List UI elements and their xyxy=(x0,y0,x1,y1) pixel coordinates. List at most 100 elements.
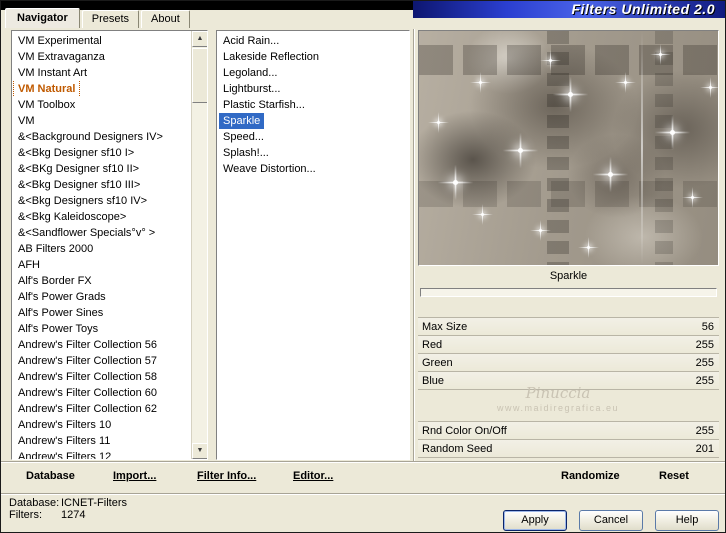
watermark-url: www.maidiregrafica.eu xyxy=(496,403,620,413)
category-item[interactable]: &<Sandflower Specials°v° > xyxy=(12,225,191,241)
parameter-row[interactable]: Max Size 56 xyxy=(418,318,719,336)
category-item[interactable]: Andrew's Filters 10 xyxy=(12,417,191,433)
reset-button[interactable]: Reset xyxy=(659,470,689,482)
filter-item-label: Sparkle xyxy=(219,113,265,129)
filter-item[interactable]: Acid Rain... xyxy=(217,33,409,49)
parameter-value: 255 xyxy=(695,425,714,437)
category-item[interactable]: Andrew's Filters 11 xyxy=(12,433,191,449)
category-item[interactable]: VM Toolbox xyxy=(12,97,191,113)
help-button[interactable]: Help xyxy=(655,510,719,531)
parameter-row[interactable]: Random Seed 201 xyxy=(418,440,719,458)
category-item[interactable]: AB Filters 2000 xyxy=(12,241,191,257)
category-item[interactable]: Alf's Power Grads xyxy=(12,289,191,305)
filter-item-label: Legoland... xyxy=(223,67,278,79)
preview-image xyxy=(419,31,718,265)
parameter-value: 201 xyxy=(695,443,714,455)
database-button[interactable]: Database xyxy=(26,470,75,482)
parameter-row[interactable]: Blue 255 xyxy=(418,372,719,390)
category-item[interactable]: Andrew's Filter Collection 56 xyxy=(12,337,191,353)
category-item[interactable]: Andrew's Filter Collection 62 xyxy=(12,401,191,417)
filter-item[interactable]: Sparkle xyxy=(217,113,409,129)
sparkle-icon xyxy=(615,72,636,93)
filter-listbox: Acid Rain... Lakeside Reflection Legoland.… xyxy=(216,30,410,460)
category-item[interactable]: &<Bkg Kaleidoscope> xyxy=(12,209,191,225)
category-item[interactable]: &<Bkg Designers sf10 IV> xyxy=(12,193,191,209)
parameter-row[interactable]: Rnd Color On/Off 255 xyxy=(418,422,719,440)
category-item[interactable]: Andrew's Filter Collection 58 xyxy=(12,369,191,385)
category-item[interactable]: Alf's Power Toys xyxy=(12,321,191,337)
sparkle-icon xyxy=(552,76,589,113)
parameter-value: 255 xyxy=(695,375,714,387)
parameter-value: 56 xyxy=(701,321,714,333)
preview-frame xyxy=(418,30,719,266)
filter-item[interactable]: Plastic Starfish... xyxy=(217,97,409,113)
category-item-label: Andrew's Filter Collection 56 xyxy=(18,339,158,351)
parameter-label: Rnd Color On/Off xyxy=(422,425,507,437)
category-item[interactable]: Andrew's Filter Collection 57 xyxy=(12,353,191,369)
filter-item[interactable]: Lightburst... xyxy=(217,81,409,97)
filter-item-label: Acid Rain... xyxy=(223,35,280,47)
parameter-value: 255 xyxy=(695,357,714,369)
category-item[interactable]: AFH xyxy=(12,257,191,273)
category-item[interactable]: &<Bkg Designer sf10 III> xyxy=(12,177,191,193)
filter-item[interactable]: Splash!... xyxy=(217,145,409,161)
sparkle-icon xyxy=(592,156,629,193)
cancel-button[interactable]: Cancel xyxy=(579,510,643,531)
category-item-label: Andrew's Filter Collection 57 xyxy=(18,355,158,367)
apply-button[interactable]: Apply xyxy=(503,510,567,531)
filter-info-button[interactable]: Filter Info... xyxy=(197,470,256,482)
sparkle-icon xyxy=(682,187,703,208)
category-item-label: VM Natural xyxy=(12,81,81,97)
category-scrollbar[interactable]: ▲ ▼ xyxy=(191,31,207,459)
category-item-label: Andrew's Filters 12 xyxy=(18,451,112,460)
scrollbar-thumb[interactable] xyxy=(192,48,207,103)
filter-list: Acid Rain... Lakeside Reflection Legoland.… xyxy=(217,33,409,177)
filter-item[interactable]: Weave Distortion... xyxy=(217,161,409,177)
tab[interactable]: Presets xyxy=(81,10,140,28)
filter-item[interactable]: Speed... xyxy=(217,129,409,145)
category-item[interactable]: VM Instant Art xyxy=(12,65,191,81)
category-item-label: &<Bkg Designer sf10 III> xyxy=(18,179,141,191)
status-divider xyxy=(1,493,725,495)
filter-item[interactable]: Legoland... xyxy=(217,65,409,81)
category-item[interactable]: Alf's Power Sines xyxy=(12,305,191,321)
randomize-button[interactable]: Randomize xyxy=(561,470,620,482)
filters-unlimited-window: Filters Unlimited 2.0 Navigator Presets Ab… xyxy=(0,0,726,533)
filter-item-label: Weave Distortion... xyxy=(223,163,316,175)
category-item-label: Alf's Power Grads xyxy=(18,291,106,303)
parameter-sliders-extra: Rnd Color On/Off 255 Random Seed 201 xyxy=(418,421,719,458)
category-item-label: Andrew's Filter Collection 58 xyxy=(18,371,158,383)
editor-button[interactable]: Editor... xyxy=(293,470,333,482)
category-item[interactable]: Andrew's Filter Collection 60 xyxy=(12,385,191,401)
vertical-divider xyxy=(413,29,415,462)
tab[interactable]: About xyxy=(141,10,190,28)
category-item[interactable]: VM Natural xyxy=(12,81,191,97)
filter-item-label: Plastic Starfish... xyxy=(223,99,305,111)
category-item-label: VM Toolbox xyxy=(18,99,76,111)
category-item[interactable]: &<Bkg Designer sf10 I> xyxy=(12,145,191,161)
sparkle-icon xyxy=(700,77,718,98)
scroll-up-icon[interactable]: ▲ xyxy=(192,31,207,47)
category-item-label: Andrew's Filter Collection 60 xyxy=(18,387,158,399)
category-item[interactable]: VM Experimental xyxy=(12,33,191,49)
scroll-down-icon[interactable]: ▼ xyxy=(192,443,207,459)
category-item[interactable]: VM Extravaganza xyxy=(12,49,191,65)
category-item[interactable]: Alf's Border FX xyxy=(12,273,191,289)
filter-item-label: Lakeside Reflection xyxy=(223,51,320,63)
category-item-label: &<Background Designers IV> xyxy=(18,131,163,143)
import-button[interactable]: Import... xyxy=(113,470,156,482)
category-item-label: AB Filters 2000 xyxy=(18,243,94,255)
category-item[interactable]: &<Background Designers IV> xyxy=(12,129,191,145)
parameter-label: Random Seed xyxy=(422,443,493,455)
category-item-label: Alf's Border FX xyxy=(18,275,92,287)
parameter-row[interactable]: Red 255 xyxy=(418,336,719,354)
parameter-row[interactable]: Green 255 xyxy=(418,354,719,372)
category-item[interactable]: VM xyxy=(12,113,191,129)
category-item[interactable]: Andrew's Filters 12 xyxy=(12,449,191,460)
category-item[interactable]: &<BKg Designer sf10 II> xyxy=(12,161,191,177)
category-item-label: Alf's Power Toys xyxy=(18,323,99,335)
parameter-label: Max Size xyxy=(422,321,468,333)
filter-item[interactable]: Lakeside Reflection xyxy=(217,49,409,65)
selected-filter-caption: Sparkle xyxy=(549,270,588,282)
tab[interactable]: Navigator xyxy=(5,8,80,28)
